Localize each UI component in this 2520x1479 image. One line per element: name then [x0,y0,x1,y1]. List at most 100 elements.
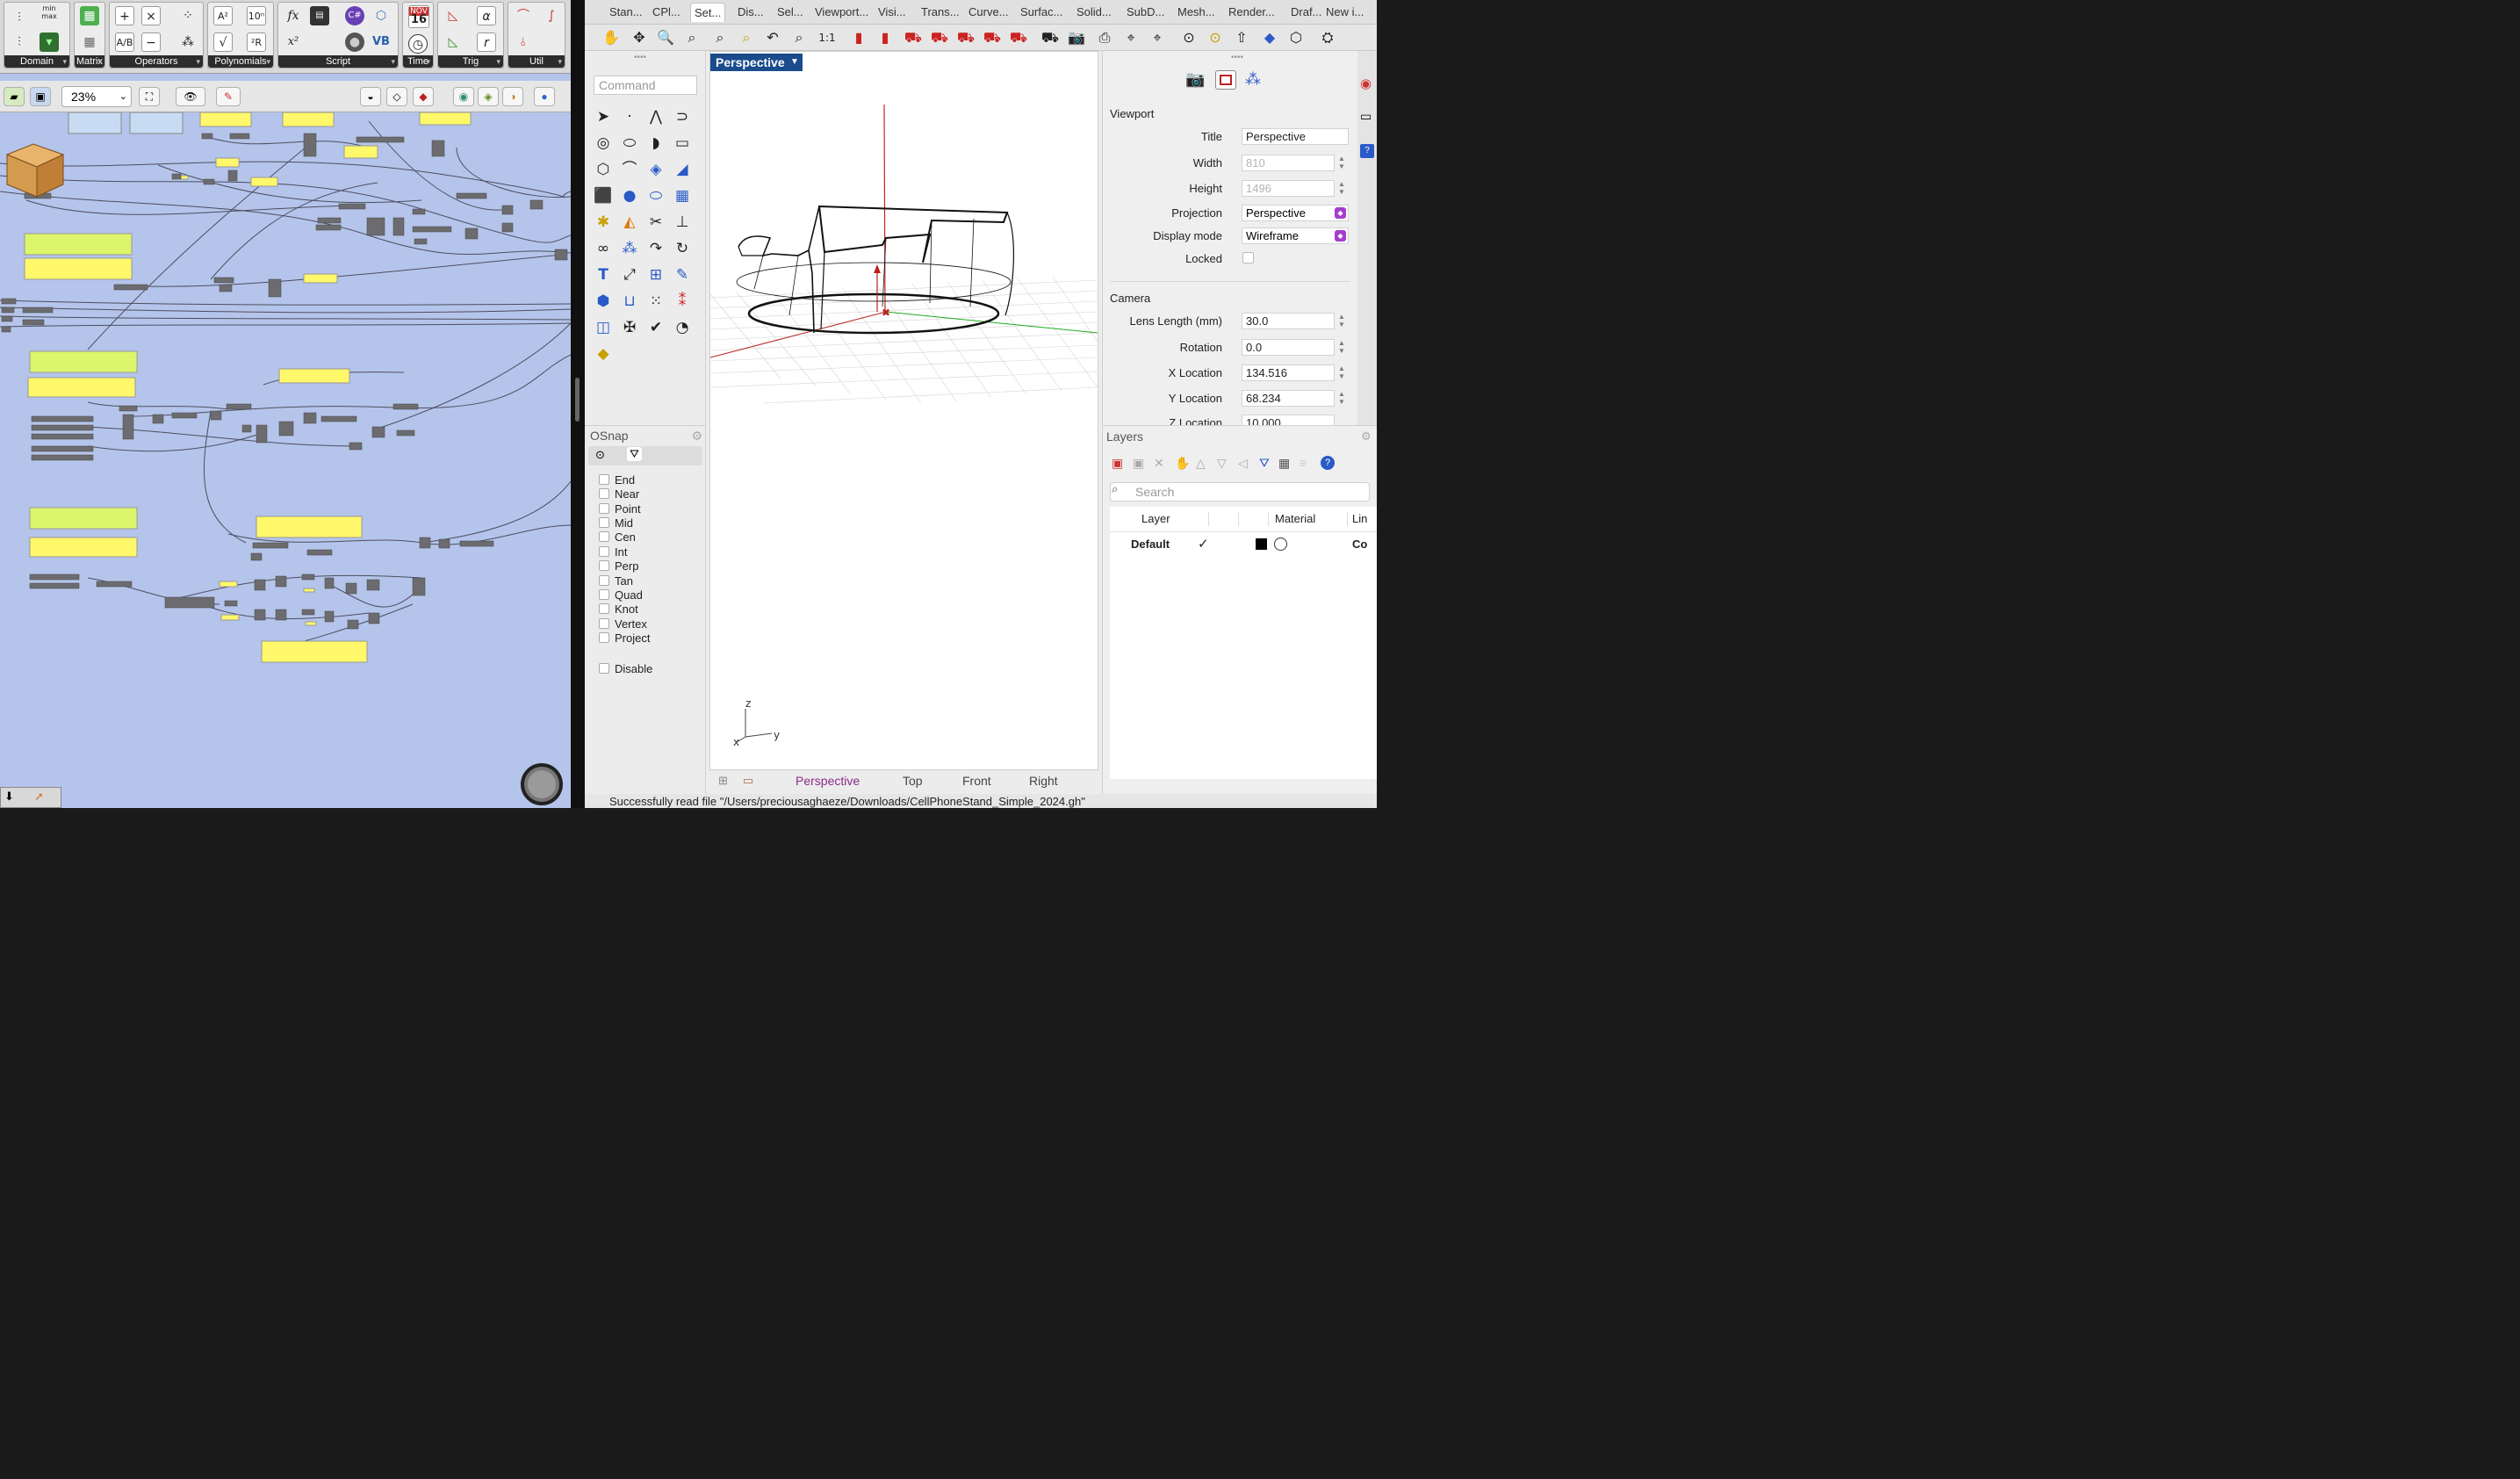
osnap-tan[interactable]: Tan [599,574,633,588]
rectangle-icon[interactable]: ▭ [671,132,694,155]
checkbox[interactable] [599,632,609,643]
tab-cplanes[interactable]: CPl... [652,5,680,18]
boolean-union-icon[interactable]: ∞ [592,237,615,260]
polyline-icon[interactable]: ⋀ [644,105,667,128]
named-view-icon[interactable]: ▮ [848,27,869,48]
rotate-icon[interactable]: ↷ [644,237,667,260]
render-settings-icon[interactable]: ⁂ [1245,70,1261,89]
ribbon-group-domain[interactable]: ⫶ min max ⫶ ▾ Domain [4,2,70,69]
gaussian-icon[interactable]: ⌒ [514,6,533,25]
material-circle-icon[interactable] [1274,537,1287,551]
tab-transform[interactable]: Trans... [921,5,960,18]
curve-util-icon[interactable]: ∫ [542,6,561,25]
help-icon[interactable]: ? [1360,144,1374,158]
help-icon[interactable]: ? [1321,456,1335,470]
ellipse-icon[interactable]: ⬭ [618,132,641,155]
check-icon[interactable]: ✔ [644,316,667,339]
viewport-tab-right[interactable]: Right [1029,774,1058,788]
osnap-point[interactable]: Point [599,502,641,516]
square-root-icon[interactable]: √ [213,32,233,52]
trig-right-triangle-icon[interactable]: ◺ [443,32,463,52]
layout-icon[interactable]: ◫ [592,316,615,339]
column-linetype[interactable]: Lin [1352,507,1367,531]
print-icon[interactable]: ⎙ [1094,27,1115,48]
ribbon-group-operators[interactable]: + × ⁘ A/B − ⁂ Operators [109,2,204,69]
column-layer[interactable]: Layer [1141,507,1170,531]
sphere-script-icon[interactable]: ● [345,32,364,52]
pan-hand-icon[interactable]: ✋ [601,27,622,48]
ribbon-group-time[interactable]: NOV 16 ◷ Time [402,2,434,69]
save-icon[interactable]: ▣ [30,87,51,106]
car-front-icon[interactable]: ⛟ [929,27,950,48]
zoom-extents-icon[interactable]: ⌕ [709,27,731,48]
tab-new-in[interactable]: New i... [1326,5,1364,18]
tab-visibility[interactable]: Visi... [878,5,906,18]
checkbox[interactable] [599,589,609,600]
osnap-disable[interactable]: Disable [599,662,652,675]
tab-select[interactable]: Sel... [777,5,803,18]
table-icon[interactable]: ▦ [1278,456,1290,471]
place-camera-icon[interactable]: ⛟ [1040,27,1061,48]
box-icon[interactable]: ⬛ [592,184,615,207]
block-icon[interactable]: ⬢ [592,290,615,313]
checkbox[interactable] [599,546,609,557]
sphere-icon[interactable]: ● [618,184,641,207]
gumball-tool-icon[interactable]: ⁑ [671,290,694,313]
viewport-tab-top[interactable]: Top [903,774,923,788]
extrude-surface-icon[interactable]: ◢ [671,158,694,181]
move-up-icon[interactable]: △ [1196,456,1206,471]
zoom-extents-icon[interactable]: ⛶ [139,87,160,106]
osnap-project[interactable]: Project [599,631,650,645]
preview-eye-icon[interactable]: 👁 [176,87,205,106]
rotate-view-icon[interactable]: ✥ [629,27,650,48]
height-stepper-icon[interactable]: ▲ ▼ [1336,180,1347,197]
vb-script-icon[interactable]: VB [371,32,391,52]
cylinder-icon[interactable]: ⬭ [644,184,667,207]
split-icon[interactable]: ⊥ [671,211,694,234]
ribbon-group-trig[interactable]: ◺ α ◺ r Trig [437,2,504,69]
lens-stepper-icon[interactable]: ▲ ▼ [1336,313,1347,329]
multiplication-icon[interactable]: × [141,6,161,25]
ribbon-group-util[interactable]: ⌒ ∫ ⫰ Util [508,2,565,69]
window-splitter[interactable] [571,0,585,808]
text-icon[interactable]: T [592,263,615,286]
group-icon[interactable]: ⁂ [618,237,641,260]
single-view-icon[interactable]: ▭ [743,774,753,788]
layer-linetype[interactable]: Co [1352,537,1367,551]
fitness-icon[interactable]: ⫰ [514,32,533,52]
division-icon[interactable]: A/B [115,32,134,52]
checkbox[interactable] [599,618,609,629]
csharp-icon[interactable]: C# [345,6,364,25]
two-targets-icon[interactable]: ⌖ [1147,27,1168,48]
cplane-object-icon[interactable]: ◆ [1259,27,1280,48]
locked-checkbox[interactable] [1242,252,1254,263]
width-stepper-icon[interactable]: ▲ ▼ [1336,155,1347,171]
preview-selected-icon[interactable]: ◆ [413,87,434,106]
subtraction-icon[interactable]: − [141,32,161,52]
panel-grip-icon[interactable]: •••• [1231,53,1243,62]
square-icon[interactable]: A² [213,6,233,25]
array-icon[interactable]: ⊞ [644,263,667,286]
layers-search-input[interactable]: Search [1110,482,1370,501]
construct-domain-icon[interactable]: ⫶ [10,8,29,27]
snap-target-icon[interactable]: ⊙ [595,448,605,462]
circle-icon[interactable]: ◎ [592,132,615,155]
elevator-icon[interactable]: ⇧ [1231,27,1252,48]
pointer-arrow-icon[interactable]: ➚ [34,790,44,804]
ribbon-group-polynomials[interactable]: A² 10ⁿ √ ²R Polynomials [207,2,274,69]
sketch-icon[interactable]: ✎ [216,87,241,106]
select-arrow-icon[interactable]: ➤ [592,105,615,128]
width-field[interactable]: 810 [1242,155,1335,171]
tab-solid-tools[interactable]: Solid... [1076,5,1112,18]
surface-icon[interactable]: ◈ [644,158,667,181]
checkbox[interactable] [599,560,609,571]
explode-icon[interactable]: ✱ [592,211,615,234]
monitor-icon[interactable]: ▭ [1360,109,1372,124]
fillet-icon[interactable]: ⌒ [618,158,641,181]
checkbox[interactable] [599,517,609,528]
zoom-1to1-icon[interactable]: 1:1 [817,27,838,48]
gh-canvas[interactable] [0,112,571,808]
download-icon[interactable]: ⬇ [4,790,14,804]
tab-display[interactable]: Dis... [738,5,764,18]
gumball-icon[interactable]: ⛭ [1317,27,1338,48]
